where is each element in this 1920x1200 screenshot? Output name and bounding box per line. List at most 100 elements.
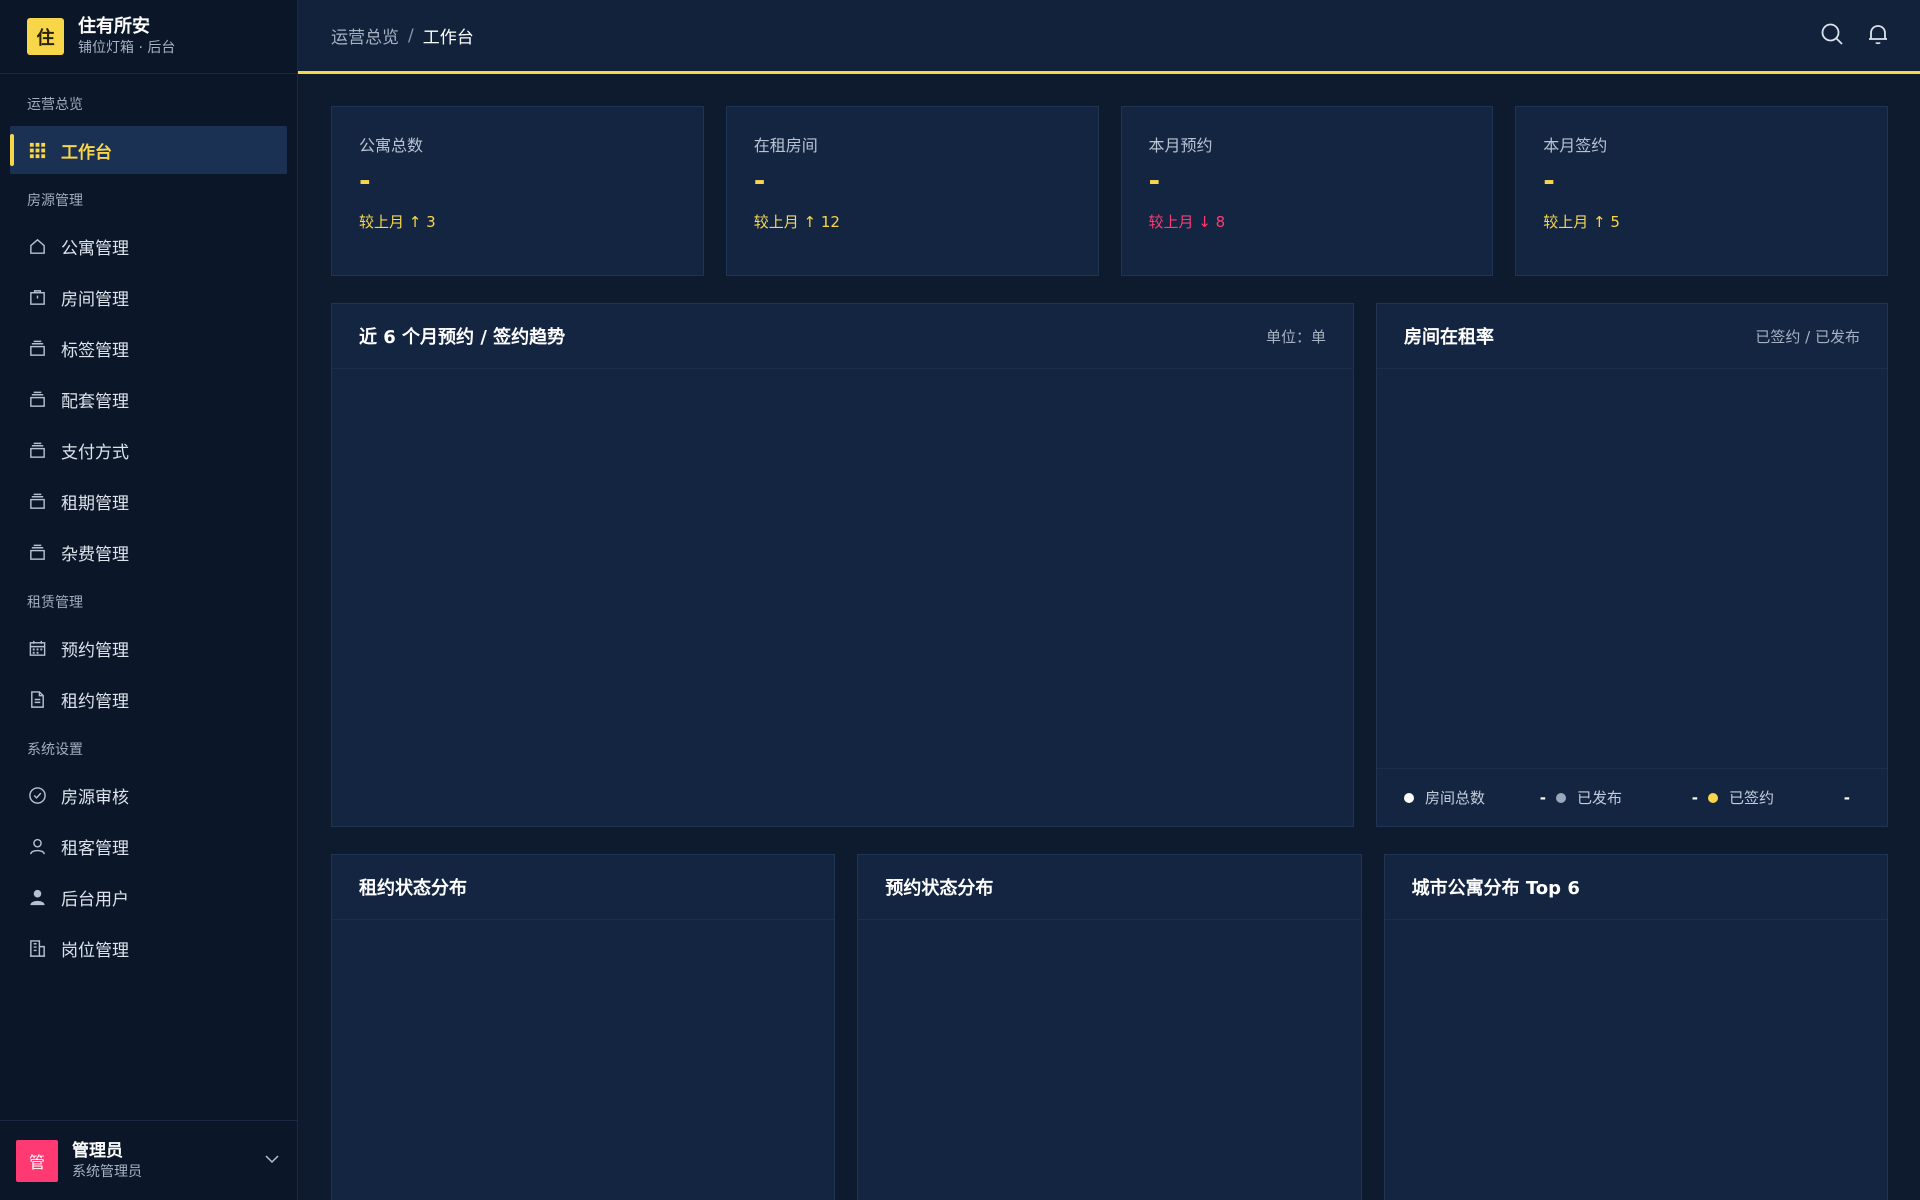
legend-value: - [1539, 788, 1546, 807]
sidebar-item-label: 后台用户 [61, 889, 129, 910]
stat-label: 本月预约 [1148, 136, 1213, 155]
stat-trend: 较上月 ↓ 8 [1148, 213, 1226, 231]
panel-unit: 单位：单 [1265, 327, 1326, 346]
legend-value: - [1843, 788, 1850, 807]
legend-label: 已发布 [1577, 789, 1623, 807]
legend-label: 房间总数 [1425, 789, 1486, 807]
sidebar-item-admin-users[interactable]: 后台用户 [10, 873, 287, 921]
sidebar-item-label: 租期管理 [61, 493, 129, 514]
door-icon [27, 287, 47, 307]
user-name: 管理员 [72, 1140, 123, 1161]
sidebar-item-facilities[interactable]: 配套管理 [10, 375, 287, 423]
panel-title: 预约状态分布 [885, 878, 994, 899]
stat-card-monthly-bookings: 本月预约 - 较上月 ↓ 8 [1120, 106, 1494, 276]
sidebar-item-label: 租约管理 [61, 691, 129, 712]
legend-item-total: 房间总数 - [1404, 787, 1556, 808]
nav-group-label: 房源管理 [27, 193, 83, 209]
user-role: 系统管理员 [72, 1163, 142, 1180]
breadcrumb-parent[interactable]: 运营总览 [331, 23, 399, 48]
chevron-down-icon[interactable] [264, 1151, 280, 1171]
brand-subtitle: 铺位灯箱 · 后台 [78, 39, 176, 56]
stat-label: 公寓总数 [359, 136, 424, 155]
legend-dot [1708, 792, 1718, 803]
legend-dot [1404, 792, 1414, 803]
sidebar-item-tenants[interactable]: 租客管理 [10, 822, 287, 870]
legend-dot [1556, 792, 1566, 803]
panel-title: 近 6 个月预约 / 签约趋势 [359, 327, 566, 348]
brand-logo: 住 [27, 18, 64, 55]
sidebar-item-fees[interactable]: 杂费管理 [10, 528, 287, 576]
top-header: 运营总览 / 工作台 [298, 0, 1920, 74]
sidebar-item-label: 配套管理 [61, 391, 129, 412]
breadcrumb-separator: / [408, 25, 414, 46]
city-top-panel: 城市公寓分布 Top 6 [1383, 854, 1888, 1200]
sidebar-item-positions[interactable]: 岗位管理 [10, 924, 287, 972]
calendar-icon [27, 638, 47, 658]
stat-value: - [359, 164, 371, 197]
sidebar-item-label: 工作台 [61, 142, 112, 163]
sidebar-item-label: 租客管理 [61, 838, 129, 859]
panel-title: 城市公寓分布 Top 6 [1411, 878, 1580, 899]
sidebar-item-leases[interactable]: 租约管理 [10, 675, 287, 723]
stats-row: 公寓总数 - 较上月 ↑ 3 在租房间 - 较上月 ↑ 12 本月预约 - 较上… [331, 106, 1888, 276]
user-solid-icon [27, 887, 47, 907]
building-icon [27, 938, 47, 958]
stat-value: - [1543, 164, 1555, 197]
panel-title: 租约状态分布 [359, 878, 467, 899]
sidebar-item-payment[interactable]: 支付方式 [10, 426, 287, 474]
legend-item-signed: 已签约 - [1708, 787, 1860, 808]
brand: 住 住有所安 铺位灯箱 · 后台 [0, 0, 297, 74]
stat-card-apartments: 公寓总数 - 较上月 ↑ 3 [331, 106, 704, 276]
stat-trend: 较上月 ↑ 3 [359, 213, 436, 231]
sidebar-item-listing-review[interactable]: 房源审核 [10, 771, 287, 819]
search-icon[interactable] [1820, 22, 1844, 46]
sidebar-item-bookings[interactable]: 预约管理 [10, 624, 287, 672]
legend-value: - [1691, 788, 1698, 807]
sidebar-item-tags[interactable]: 标签管理 [10, 324, 287, 372]
sidebar-item-apartments[interactable]: 公寓管理 [10, 222, 287, 270]
sidebar-item-workbench[interactable]: 工作台 [10, 126, 287, 174]
stack-icon [27, 491, 47, 511]
occupancy-panel: 房间在租率 已签约 / 已发布 房间总数 - 已发布 - 已签约 - [1376, 303, 1888, 827]
sidebar-item-rooms[interactable]: 房间管理 [10, 273, 287, 321]
grid-icon [27, 140, 47, 160]
sidebar-nav: 运营总览 工作台 房源管理 公寓管理 房间管理 标签管理 配套管理 支付方式 租… [0, 74, 297, 972]
stat-value: - [753, 164, 766, 197]
stack-icon [27, 338, 47, 358]
legend-label: 已签约 [1729, 789, 1775, 807]
sidebar-item-label: 杂费管理 [61, 544, 129, 565]
trend-panel: 近 6 个月预约 / 签约趋势 单位：单 [331, 303, 1354, 827]
avatar: 管 [16, 1139, 58, 1182]
user-outline-icon [27, 836, 47, 856]
sidebar-item-label: 预约管理 [61, 640, 129, 661]
sidebar-item-label: 房间管理 [61, 289, 129, 310]
stack-icon [27, 389, 47, 409]
user-menu[interactable]: 管 管理员 系统管理员 [0, 1120, 298, 1200]
nav-group-label: 运营总览 [27, 97, 83, 113]
stat-trend: 较上月 ↑ 12 [753, 213, 840, 231]
main-content: 公寓总数 - 较上月 ↑ 3 在租房间 - 较上月 ↑ 12 本月预约 - 较上… [331, 106, 1888, 1200]
check-circle-icon [27, 785, 47, 805]
document-icon [27, 689, 47, 709]
lease-status-panel: 租约状态分布 [331, 854, 836, 1200]
panel-title: 房间在租率 [1404, 327, 1494, 348]
sidebar-item-label: 支付方式 [61, 442, 129, 463]
legend-item-published: 已发布 - [1556, 787, 1708, 808]
stat-card-rented-rooms: 在租房间 - 较上月 ↑ 12 [725, 106, 1099, 276]
breadcrumb-current: 工作台 [422, 28, 474, 48]
sidebar-item-lease-terms[interactable]: 租期管理 [10, 477, 287, 525]
sidebar: 住 住有所安 铺位灯箱 · 后台 运营总览 工作台 房源管理 公寓管理 房间管理 [0, 0, 298, 1200]
breadcrumb: 运营总览 / 工作台 [331, 23, 474, 49]
booking-status-panel: 预约状态分布 [857, 854, 1362, 1200]
occupancy-legend: 房间总数 - 已发布 - 已签约 - [1377, 768, 1887, 826]
bell-icon[interactable] [1866, 22, 1890, 46]
home-icon [27, 236, 47, 256]
sidebar-item-label: 公寓管理 [61, 238, 129, 259]
stat-label: 本月签约 [1543, 136, 1608, 155]
brand-title: 住有所安 [78, 15, 150, 37]
stack-icon [27, 440, 47, 460]
nav-group-label: 租赁管理 [27, 595, 83, 611]
stat-trend: 较上月 ↑ 5 [1543, 213, 1620, 231]
sidebar-item-label: 岗位管理 [61, 940, 129, 961]
panel-meta: 已签约 / 已发布 [1755, 327, 1860, 346]
